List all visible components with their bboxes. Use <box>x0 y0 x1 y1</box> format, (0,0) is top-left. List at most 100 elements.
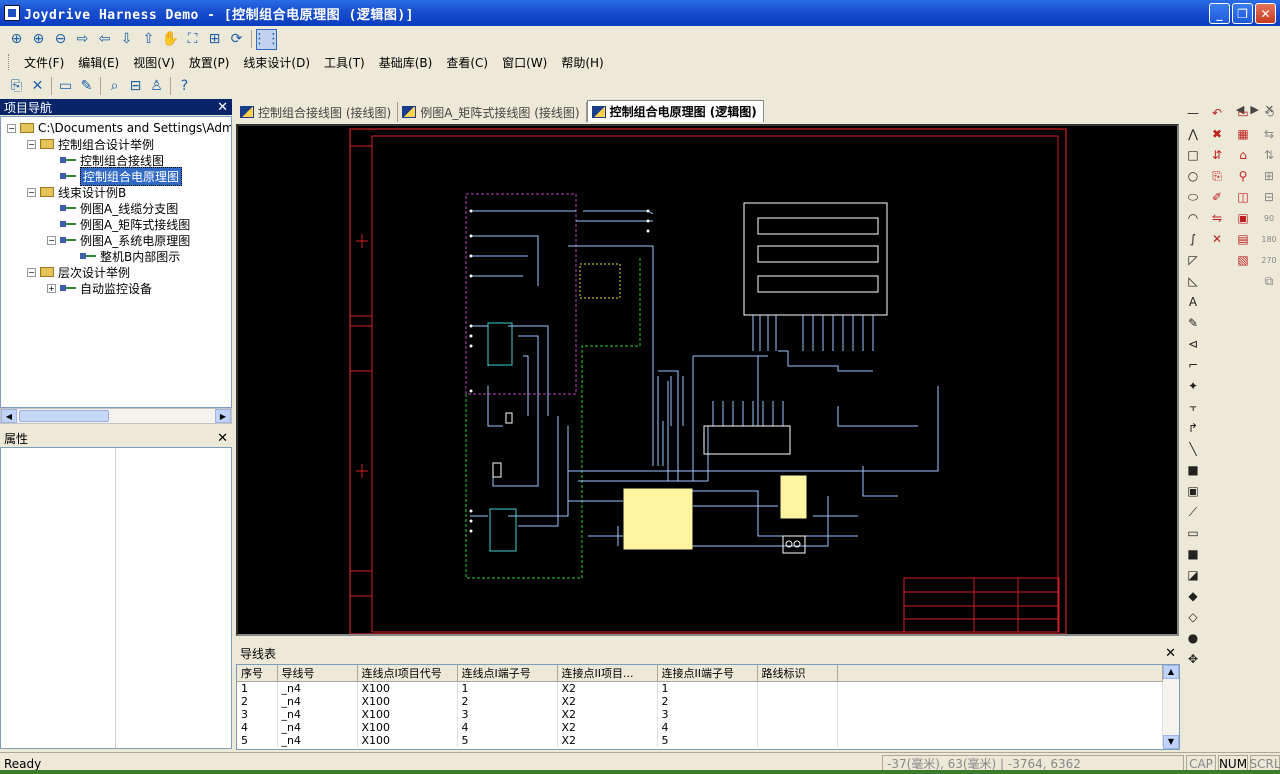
plug-icon[interactable]: ▧ <box>1235 251 1251 269</box>
menu-item-7[interactable]: 查看(C) <box>439 54 495 71</box>
table-row[interactable]: 2 _n4 X100 2 X2 2 <box>237 695 1163 708</box>
circle-icon[interactable]: ○ <box>1185 167 1201 185</box>
tree-item[interactable]: − 线束设计例B <box>27 184 126 200</box>
pan-up-icon[interactable]: ⇧ <box>138 29 159 50</box>
tree-item[interactable]: + 自动监控设备 <box>47 280 152 296</box>
refresh-icon[interactable]: ⟳ <box>226 29 247 50</box>
tree-item[interactable]: − C:\Documents and Settings\Administrator <box>7 120 231 136</box>
ungroup-icon[interactable]: ⊟ <box>1261 188 1277 206</box>
tab-document-1[interactable]: 例图A_矩阵式接线图 (接线图) <box>398 102 587 122</box>
junction-icon[interactable]: ✦ <box>1185 377 1201 395</box>
polyline-icon[interactable]: ⋀ <box>1185 125 1201 143</box>
polygon-fill-icon[interactable]: ◺ <box>1185 272 1201 290</box>
rotate-90-icon[interactable]: 90 <box>1261 209 1277 227</box>
socket-icon[interactable]: ◫ <box>1235 188 1251 206</box>
relay-icon[interactable]: ⌂ <box>1235 146 1251 164</box>
ellipse-icon[interactable]: ⬭ <box>1185 188 1201 206</box>
block-icon[interactable]: ■ <box>1185 461 1201 479</box>
rectangle-icon[interactable]: □ <box>1185 146 1201 164</box>
tree-item[interactable]: 控制组合电原理图 <box>47 166 183 186</box>
pan-down-icon[interactable]: ⇩ <box>116 29 137 50</box>
tree-item[interactable]: − 例图A_系统电原理图 <box>47 232 190 248</box>
menu-item-1[interactable]: 编辑(E) <box>71 54 126 71</box>
diagonal-icon[interactable]: ╲ <box>1185 440 1201 458</box>
module-icon[interactable]: ▤ <box>1235 230 1251 248</box>
rotate-270-icon[interactable]: 270 <box>1261 251 1277 269</box>
tree-item[interactable]: − 层次设计举例 <box>27 264 130 280</box>
scroll-up-icon[interactable]: ▲ <box>1163 665 1179 679</box>
tab-document-2[interactable]: 控制组合电原理图 (逻辑图) <box>586 100 764 122</box>
tree-item[interactable]: 例图A_矩阵式接线图 <box>47 216 190 232</box>
scroll-thumb[interactable] <box>19 410 109 422</box>
polygon-icon[interactable]: ◸ <box>1185 251 1201 269</box>
scroll-right-icon[interactable]: ▶ <box>215 409 231 423</box>
help-icon[interactable]: ? <box>174 76 195 97</box>
hand-icon[interactable]: ✋ <box>160 29 181 50</box>
terminal-strip-icon[interactable]: ▦ <box>1235 125 1251 143</box>
minimize-button[interactable]: _ <box>1209 3 1230 24</box>
pen-icon[interactable]: ✎ <box>76 76 97 97</box>
collapse-icon[interactable]: − <box>27 139 36 149</box>
column-header[interactable]: 连接点II项目... <box>557 665 658 682</box>
column-header[interactable]: 导线号 <box>277 665 358 682</box>
chip-icon[interactable]: ▣ <box>1235 209 1251 227</box>
line-icon[interactable]: — <box>1185 104 1201 122</box>
menu-item-0[interactable]: 文件(F) <box>17 54 71 71</box>
table-row[interactable]: 5 _n4 X100 5 X2 5 <box>237 734 1163 747</box>
tree-item[interactable]: − 控制组合设计举例 <box>27 136 154 152</box>
column-header[interactable]: 连线点I端子号 <box>457 665 558 682</box>
brush-icon[interactable]: ✎ <box>1185 314 1201 332</box>
schematic-canvas[interactable] <box>236 124 1179 636</box>
project-tree-hscrollbar[interactable]: ◀ ▶ <box>0 408 232 424</box>
table-row[interactable]: 4 _n4 X100 4 X2 4 <box>237 721 1163 734</box>
component-icon[interactable]: ▭ <box>55 76 76 97</box>
maximize-button[interactable]: ❐ <box>1232 3 1253 24</box>
mirror-icon[interactable]: ⇋ <box>1209 209 1225 227</box>
tree-item[interactable]: 整机B内部图示 <box>67 248 180 264</box>
expand-icon[interactable]: + <box>47 283 56 293</box>
gray1-icon[interactable]: ■ <box>1185 545 1201 563</box>
collapse-icon[interactable]: − <box>27 267 36 277</box>
menu-item-8[interactable]: 窗口(W) <box>495 54 554 71</box>
collapse-icon[interactable]: − <box>27 187 36 197</box>
person-icon[interactable]: ♙ <box>146 76 167 97</box>
lamp-icon[interactable]: ⚲ <box>1235 167 1251 185</box>
pan-left-icon[interactable]: ⇦ <box>94 29 115 50</box>
project-nav-close-icon[interactable]: ✕ <box>217 100 228 115</box>
cross-icon[interactable]: ✕ <box>1209 230 1225 248</box>
collapse-icon[interactable]: − <box>47 235 56 245</box>
column-header[interactable]: 连接点II端子号 <box>657 665 758 682</box>
wire-table-close-icon[interactable]: ✕ <box>1165 646 1176 661</box>
menu-item-4[interactable]: 线束设计(D) <box>236 54 317 71</box>
column-header[interactable]: 序号 <box>237 665 278 682</box>
collapse-icon[interactable]: − <box>7 123 16 133</box>
properties-close-icon[interactable]: ✕ <box>217 431 228 446</box>
rotate-180-icon[interactable]: 180 <box>1261 230 1277 248</box>
grid-icon[interactable]: ⋮⋮ <box>253 28 281 50</box>
group-icon[interactable]: ⊞ <box>1261 167 1277 185</box>
menu-item-6[interactable]: 基础库(B) <box>372 54 440 71</box>
zoom-out-icon[interactable]: ⊖ <box>50 29 71 50</box>
port-icon[interactable]: ▣ <box>1185 482 1201 500</box>
link-icon[interactable]: ⟋ <box>1185 503 1201 521</box>
close-button[interactable]: ✕ <box>1255 3 1276 24</box>
gray4-icon[interactable]: ◇ <box>1185 608 1201 626</box>
fit-selection-icon[interactable]: ⊞ <box>204 29 225 50</box>
net-label-icon[interactable]: ↱ <box>1185 419 1201 437</box>
undo-icon[interactable]: ↶ <box>1209 104 1225 122</box>
column-header[interactable]: 连线点I项目代号 <box>357 665 458 682</box>
pin-icon[interactable]: ⊲ <box>1185 335 1201 353</box>
resistor-icon[interactable]: ▭ <box>1235 104 1251 122</box>
delete-icon[interactable]: ✕ <box>27 76 48 97</box>
text-icon[interactable]: A <box>1185 293 1201 311</box>
bus-icon[interactable]: ⫟ <box>1185 398 1201 416</box>
frame-icon[interactable]: ▭ <box>1185 524 1201 542</box>
connector-icon[interactable]: ⊟ <box>125 76 146 97</box>
search-icon[interactable]: ⌕ <box>104 76 125 97</box>
column-header[interactable]: 路线标识 <box>757 665 838 682</box>
zoom-area-icon[interactable]: ⊕ <box>6 29 27 50</box>
align-icon[interactable]: ⇅ <box>1261 146 1277 164</box>
arc-icon[interactable]: ◠ <box>1185 209 1201 227</box>
tab-document-0[interactable]: 控制组合接线图 (接线图) <box>236 102 399 122</box>
gray3-icon[interactable]: ◆ <box>1185 587 1201 605</box>
